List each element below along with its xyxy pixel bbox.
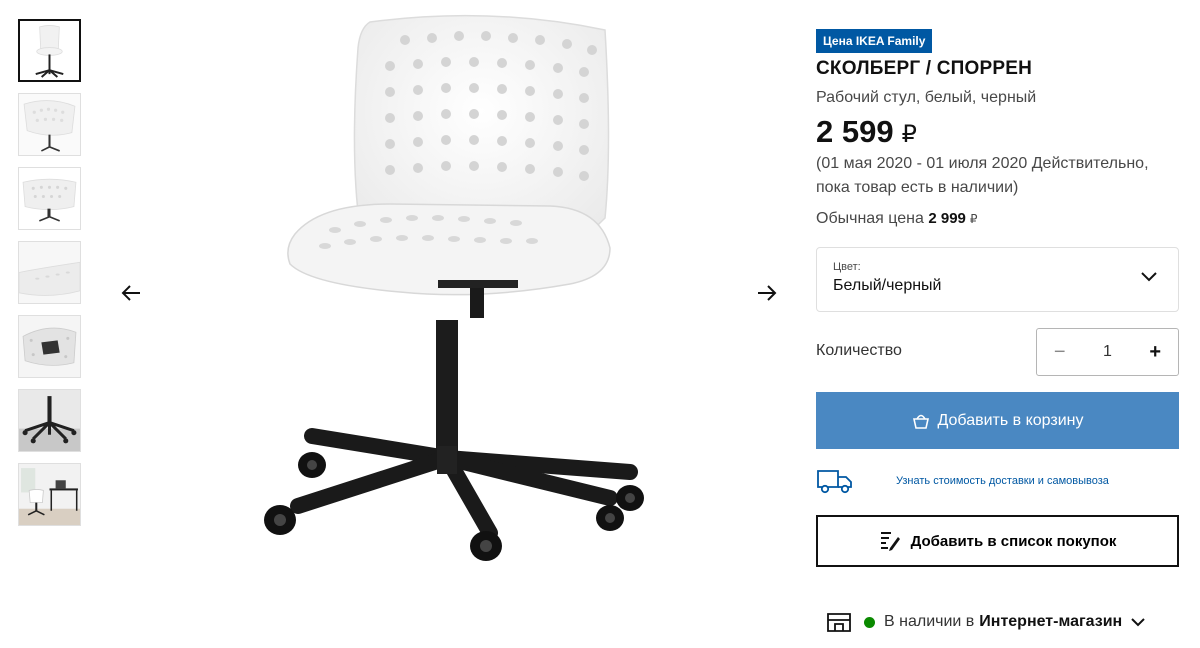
currency-symbol: ₽	[969, 212, 978, 226]
thumbnail-seat-edge[interactable]	[18, 241, 81, 304]
thumbnail-back-closeup[interactable]	[18, 167, 81, 230]
arrow-right-icon	[758, 285, 777, 301]
thumbnail-chair-front[interactable]	[18, 19, 81, 82]
arrow-left-icon	[121, 285, 140, 301]
store-icon	[827, 613, 851, 632]
carousel-prev-button[interactable]	[116, 278, 146, 308]
quantity-input[interactable]	[1082, 343, 1133, 361]
thumbnail-room[interactable]	[18, 463, 81, 526]
carousel-next-button[interactable]	[752, 278, 782, 308]
add-to-cart-label: Добавить в корзину	[937, 411, 1084, 429]
stock-text: В наличии в	[884, 613, 975, 630]
regular-price-value: 2 999	[928, 210, 966, 227]
image-carousel	[100, 0, 800, 648]
color-select-label: Цвет:	[833, 261, 861, 273]
price-value: 2 599	[816, 114, 894, 149]
delivery-truck-icon	[817, 470, 852, 494]
thumbnail-list	[18, 19, 82, 537]
stock-store-name: Интернет-магазин	[979, 613, 1123, 630]
color-select-value: Белый/черный	[833, 277, 942, 294]
family-price-badge: Цена IKEA Family	[816, 29, 933, 53]
add-to-shopping-list-label: Добавить в список покупок	[910, 532, 1117, 550]
price-validity: (01 мая 2020 - 01 июля 2020 Действительн…	[816, 155, 1149, 196]
currency-symbol: ₽	[901, 121, 917, 148]
chevron-down-icon	[1131, 618, 1145, 627]
add-to-shopping-list-button[interactable]: Добавить в список покупок	[816, 515, 1179, 567]
shopping-bag-icon	[913, 414, 930, 429]
thumbnail-base[interactable]	[18, 389, 81, 452]
thumbnail-image	[19, 390, 80, 451]
thumbnail-image	[19, 464, 80, 525]
regular-price: Обычная цена 2 999 ₽	[816, 210, 978, 228]
product-price: 2 599 ₽	[816, 114, 917, 150]
chevron-down-icon	[1141, 272, 1157, 282]
thumbnail-image	[19, 242, 80, 303]
quantity-decrease-button[interactable]: −	[1037, 329, 1083, 375]
thumbnail-image	[19, 168, 80, 229]
quantity-increase-button[interactable]: +	[1133, 329, 1179, 375]
regular-price-label: Обычная цена	[816, 210, 924, 227]
thumbnail-underside[interactable]	[18, 315, 81, 378]
add-to-cart-button[interactable]: Добавить в корзину	[816, 392, 1179, 449]
delivery-info: Узнать стоимость доставки и самовывоза	[816, 466, 1179, 496]
thumbnail-image	[19, 94, 80, 155]
color-select[interactable]: Цвет: Белый/черный	[816, 247, 1179, 312]
shopping-list-icon	[880, 532, 900, 551]
product-subtitle: Рабочий стул, белый, черный	[816, 89, 1037, 106]
thumbnail-seat-closeup[interactable]	[18, 93, 81, 156]
thumbnail-image	[20, 21, 79, 80]
product-title: СКОЛБЕРГ / СПОРРЕН	[816, 58, 1033, 79]
in-stock-indicator	[864, 616, 875, 628]
stock-availability[interactable]: В наличии в Интернет-магазин	[826, 610, 1146, 634]
quantity-stepper: − +	[1036, 328, 1179, 376]
delivery-cost-link[interactable]: Узнать стоимость доставки и самовывоза	[896, 475, 1109, 487]
thumbnail-image	[19, 316, 80, 377]
product-image	[264, 14, 644, 561]
quantity-label: Количество	[816, 342, 902, 359]
